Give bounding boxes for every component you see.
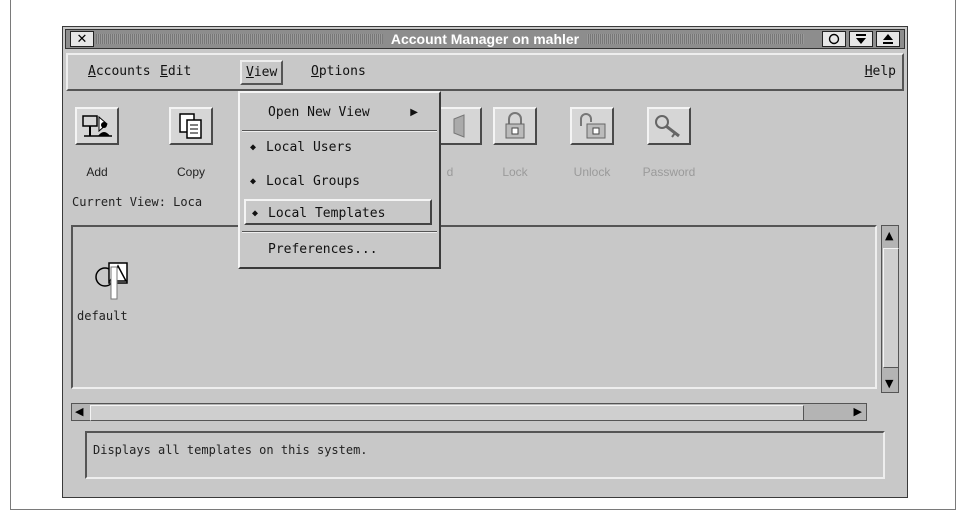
scroll-left-icon[interactable]: ◀ <box>75 405 83 418</box>
lock-button[interactable] <box>493 107 537 145</box>
menu-item-local-groups[interactable]: ◆ Local Groups <box>244 169 432 195</box>
horizontal-scrollbar[interactable]: ◀ ▶ <box>71 403 867 421</box>
menu-accounts-label: ccounts <box>95 64 151 79</box>
view-dropdown-menu: Open New View ▶ ◆ Local Users ◆ Local Gr… <box>238 91 441 269</box>
current-view-label: Current View: Loca <box>72 195 203 209</box>
maximize-icon[interactable] <box>876 31 900 47</box>
scroll-down-icon[interactable]: ▼ <box>885 377 893 390</box>
preferences-label: Preferences... <box>268 242 378 257</box>
menu-view[interactable]: View <box>240 60 284 85</box>
menu-item-local-templates[interactable]: ◆ Local Templates <box>244 199 432 225</box>
help-mnemonic: H <box>864 64 873 79</box>
account-manager-window: ✕ Account Manager on mahler Accounts Edi… <box>62 26 908 498</box>
title-bar[interactable]: ✕ Account Manager on mahler <box>65 29 905 49</box>
restore-icon[interactable] <box>822 31 846 47</box>
menu-separator <box>242 130 437 132</box>
unlock-label: Unlock <box>573 165 611 179</box>
menu-options-label: ptions <box>318 64 366 79</box>
template-item-default[interactable] <box>85 257 145 307</box>
accounts-mnemonic: A <box>88 64 96 79</box>
status-bar: Displays all templates on this system. <box>85 431 885 479</box>
radio-diamond-icon: ◆ <box>250 142 257 153</box>
template-item-label: default <box>77 309 128 323</box>
scroll-up-icon[interactable]: ▲ <box>885 229 893 242</box>
local-templates-label: Local Templates <box>268 206 386 221</box>
options-mnemonic: O <box>311 64 319 79</box>
password-label: Password <box>642 165 696 179</box>
menu-help[interactable]: Help <box>865 64 896 79</box>
close-icon[interactable]: ✕ <box>70 31 94 47</box>
open-new-view-label: Open New View <box>268 105 370 120</box>
radio-diamond-icon: ◆ <box>250 176 257 187</box>
menu-edit-label: dit <box>167 64 192 79</box>
menu-options[interactable]: Options <box>311 64 366 79</box>
menu-separator <box>242 231 437 233</box>
template-icon <box>95 262 128 300</box>
add-user-icon <box>82 115 112 137</box>
window-title: Account Manager on mahler <box>382 30 588 48</box>
menu-help-label: elp <box>872 64 896 79</box>
copy-button[interactable] <box>169 107 213 145</box>
menu-item-preferences[interactable]: Preferences... <box>244 237 432 263</box>
lock-icon <box>505 112 525 139</box>
local-groups-label: Local Groups <box>266 174 360 189</box>
password-button[interactable] <box>647 107 691 145</box>
radio-diamond-selected-icon: ◆ <box>252 208 259 219</box>
menu-view-label: iew <box>253 65 278 80</box>
lock-label: Lock <box>502 165 528 179</box>
unlock-button[interactable] <box>570 107 614 145</box>
menu-item-local-users[interactable]: ◆ Local Users <box>244 135 432 161</box>
menu-bar: Accounts Edit View Options Help <box>66 53 904 91</box>
horizontal-scroll-thumb[interactable] <box>90 405 804 421</box>
view-mnemonic: V <box>246 65 254 80</box>
scroll-right-icon[interactable]: ▶ <box>854 405 862 418</box>
copy-label: Copy <box>176 165 205 179</box>
menu-edit[interactable]: Edit <box>160 64 191 79</box>
submenu-arrow-icon: ▶ <box>410 107 418 118</box>
menu-item-open-new-view[interactable]: Open New View ▶ <box>244 100 432 126</box>
copy-icon <box>179 113 202 139</box>
remove-button[interactable] <box>438 107 482 145</box>
key-icon <box>655 115 680 138</box>
remove-icon <box>453 114 465 138</box>
accounts-view-panel[interactable] <box>71 225 877 389</box>
edit-mnemonic: E <box>160 64 168 79</box>
remove-label-partial: d <box>446 165 454 179</box>
add-button[interactable] <box>75 107 119 145</box>
add-label: Add <box>86 165 108 179</box>
menu-accounts[interactable]: Accounts <box>88 64 151 79</box>
minimize-icon[interactable] <box>849 31 873 47</box>
vertical-scrollbar[interactable]: ▲ ▼ <box>881 225 899 393</box>
local-users-label: Local Users <box>266 140 353 155</box>
unlock-icon <box>580 113 606 139</box>
vertical-scroll-thumb[interactable] <box>883 248 899 368</box>
